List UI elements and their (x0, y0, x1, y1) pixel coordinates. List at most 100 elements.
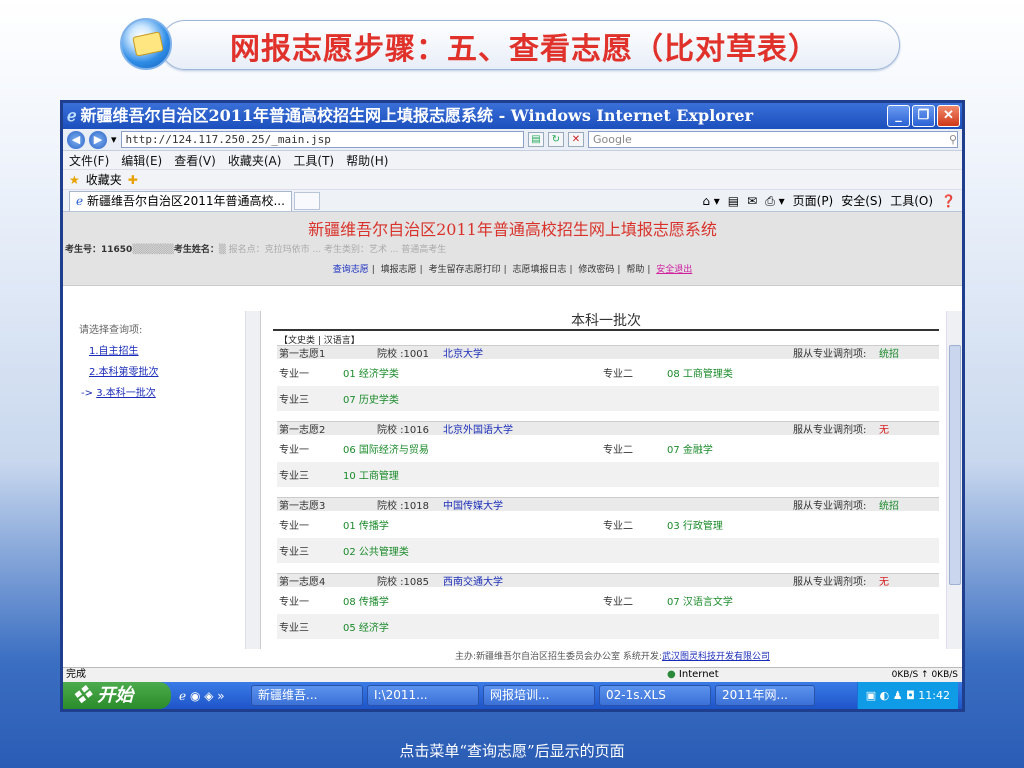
student-name-label: 考生姓名： (173, 245, 219, 255)
close-button[interactable]: ✕ (937, 105, 960, 127)
taskbar-item-ie[interactable]: 新疆维吾... (251, 685, 363, 706)
feeds-icon[interactable]: ▤ (728, 192, 739, 210)
query-item-batch-one-label[interactable]: 3.本科一批次 (96, 388, 156, 399)
slide-caption: 点击菜单“查询志愿”后显示的页面 (399, 742, 625, 760)
menu-help[interactable]: 帮助(H) (346, 152, 388, 169)
query-item-batch-zero[interactable]: 2.本科第零批次 (63, 357, 260, 378)
tab-label: 新疆维吾尔自治区2011年普通高校... (86, 193, 285, 208)
windows-flag-icon: ❖ (73, 685, 91, 706)
system-tray: ▣ ◐ ♟ ◘ 11:42 (856, 682, 958, 709)
query-item-batch-zero-label[interactable]: 2.本科第零批次 (89, 367, 159, 378)
query-item-independent-label[interactable]: 1.自主招生 (89, 346, 139, 357)
tray-icons[interactable]: ▣ ◐ ♟ ◘ (866, 689, 915, 702)
nav-logout[interactable]: 安全退出 (653, 265, 695, 275)
tab-ie-icon: ℯ (76, 193, 84, 208)
student-id-blur: ▒▒▒▒▒▒ (132, 245, 174, 255)
taskbar-item-xls[interactable]: 02-1s.XLS (599, 685, 711, 706)
nav-print[interactable]: 考生留存志愿打印 (426, 265, 504, 275)
adjust-label: 服从专业调剂项: (793, 577, 867, 588)
student-info: 考生号：11650▒▒▒▒▒▒考生姓名：▒ 报名点：克拉玛依市 ... 考生类别… (65, 242, 446, 255)
choice-header: 第一志愿2 院校 :1016 北京外国语大学 服从专业调剂项: 无 (277, 421, 939, 436)
back-icon[interactable]: ◀ (67, 130, 85, 149)
major1-label: 专业一 (279, 597, 309, 608)
nav-help[interactable]: 帮助 (623, 265, 647, 275)
desktop-quick-icon[interactable]: ◈ (204, 689, 213, 703)
query-item-independent[interactable]: 1.自主招生 (63, 336, 260, 357)
sponsor-link[interactable]: 武汉图灵科技开发有限公司 (662, 652, 770, 662)
slide-header: 网报志愿步骤：五、查看志愿（比对草表） (120, 14, 900, 72)
student-name-blur: ▒ (218, 245, 226, 255)
page-header: 新疆维吾尔自治区2011年普通高校招生网上填报志愿系统 考生号：11650▒▒▒… (63, 212, 962, 286)
choice-block: 第一志愿1 院校 :1001 北京大学 服从专业调剂项: 统招 专业一 01 经济… (277, 345, 939, 411)
right-scrollbar[interactable] (946, 311, 962, 649)
favorites-button[interactable]: 收藏夹 (86, 171, 122, 188)
choice-header: 第一志愿1 院校 :1001 北京大学 服从专业调剂项: 统招 (277, 345, 939, 360)
print-icon[interactable]: ⎙ ▾ (765, 192, 784, 210)
slide-logo-icon (120, 18, 172, 70)
ie-quick-icon[interactable]: ℯ (179, 689, 186, 703)
help-icon[interactable]: ❓ (941, 192, 956, 210)
stop-icon[interactable]: ✕ (568, 132, 584, 147)
safety-menu[interactable]: 安全(S) (841, 192, 882, 210)
new-tab-button[interactable] (293, 191, 320, 210)
slide-title: 网报志愿步骤：五、查看志愿（比对草表） (230, 32, 819, 67)
majors-row: 专业三 05 经济学 (277, 614, 939, 639)
quick-launch: ℯ ◉ ◈ » (179, 688, 225, 703)
start-button[interactable]: ❖ 开始 (63, 682, 171, 709)
home-icon[interactable]: ⌂ ▾ (702, 192, 719, 210)
window-title: 新疆维吾尔自治区2011年普通高校招生网上填报志愿系统 - Windows In… (80, 106, 753, 125)
status-text: 完成 (66, 669, 86, 680)
major3-label: 专业三 (279, 547, 309, 558)
taskbar-item-doc2[interactable]: 2011年网... (715, 685, 815, 706)
taskbar: ❖ 开始 ℯ ◉ ◈ » 新疆维吾... I:\2011... 网报培训... … (63, 682, 962, 709)
adjust-value: 无 (879, 577, 889, 588)
zone-indicator: ● Internet (667, 668, 719, 682)
menu-favorites[interactable]: 收藏夹(A) (228, 152, 282, 169)
choice-label: 第一志愿4 (279, 577, 326, 588)
add-favorite-icon[interactable]: ✚ (128, 173, 138, 187)
menu-file[interactable]: 文件(F) (69, 152, 109, 169)
major1-value: 01 传播学 (343, 521, 389, 532)
tools-menu[interactable]: 工具(O) (890, 192, 933, 210)
nav-fill[interactable]: 填报志愿 (378, 265, 420, 275)
left-scrollbar[interactable] (245, 311, 260, 649)
student-id: 考生号：11650 (65, 245, 133, 255)
majors-row: 专业一 01 传播学 专业二 03 行政管理 (277, 511, 939, 538)
nav-log[interactable]: 志愿填报日志 (509, 265, 569, 275)
major3-label: 专业三 (279, 395, 309, 406)
compat-view-icon[interactable]: ▤ (528, 132, 544, 147)
major3-value: 07 历史学类 (343, 395, 399, 406)
school-code: 院校 :1001 (377, 349, 429, 360)
page-menu[interactable]: 页面(P) (793, 192, 834, 210)
menu-tools[interactable]: 工具(T) (293, 152, 334, 169)
choices-pane: 本科一批次 【文史类 | 汉语言】 第一志愿1 院校 :1001 北京大学 服从… (263, 311, 962, 649)
query-item-batch-one[interactable]: -> 3.本科一批次 (63, 378, 260, 399)
nav-query[interactable]: 查询志愿 (330, 265, 372, 275)
refresh-icon[interactable]: ↻ (548, 132, 564, 147)
scroll-thumb[interactable] (949, 345, 961, 585)
school-code: 院校 :1018 (377, 501, 429, 512)
search-input[interactable]: Google ⚲ (588, 131, 958, 148)
address-input[interactable]: http://124.117.250.25/_main.jsp (120, 131, 524, 148)
menu-view[interactable]: 查看(V) (174, 152, 216, 169)
forward-icon[interactable]: ▶ (89, 130, 107, 149)
query-menu-heading: 请选择查询项: (79, 325, 143, 336)
adjust-label: 服从专业调剂项: (793, 349, 867, 360)
favorites-star-icon[interactable]: ★ (69, 173, 80, 187)
search-icon[interactable]: ⚲ (949, 132, 957, 147)
mail-icon[interactable]: ✉ (747, 192, 757, 210)
page-nav: 查询志愿 | 填报志愿 | 考生留存志愿打印 | 志愿填报日志 | 修改密码 | 帮助 | … (63, 262, 962, 275)
nav-password[interactable]: 修改密码 (575, 265, 617, 275)
page-icon: ▾ (111, 133, 117, 146)
tab-main[interactable]: ℯ 新疆维吾尔自治区2011年普通高校... (69, 190, 292, 211)
choice-label: 第一志愿2 (279, 425, 326, 436)
taskbar-item-doc[interactable]: 网报培训... (483, 685, 595, 706)
media-quick-icon[interactable]: ◉ (190, 689, 200, 703)
menu-edit[interactable]: 编辑(E) (121, 152, 162, 169)
favorites-bar: ★ 收藏夹 ✚ (63, 170, 962, 190)
taskbar-item-folder[interactable]: I:\2011... (367, 685, 479, 706)
search-placeholder: Google (593, 133, 632, 146)
minimize-button[interactable]: _ (887, 105, 910, 127)
maximize-button[interactable]: ❐ (912, 105, 935, 127)
school-code: 院校 :1085 (377, 577, 429, 588)
